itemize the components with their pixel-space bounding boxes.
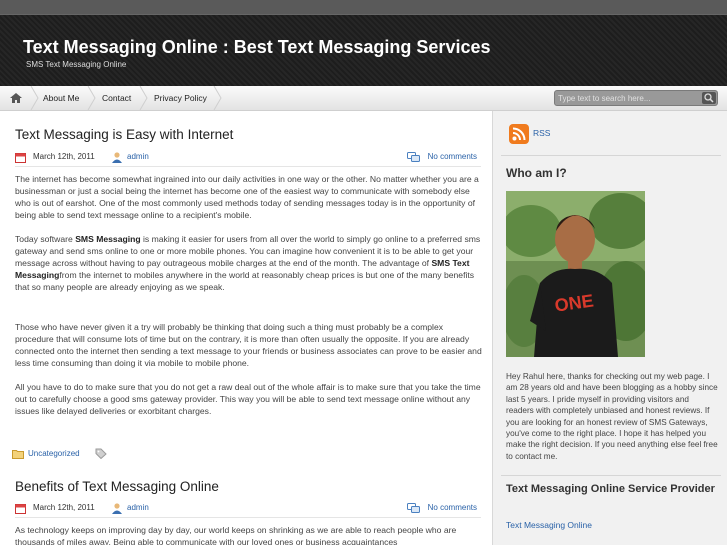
- provider-title: Text Messaging Online Service Provider: [506, 483, 715, 495]
- post-author[interactable]: admin: [127, 503, 149, 512]
- search-input[interactable]: [558, 92, 698, 104]
- user-icon: [112, 503, 122, 514]
- post-meta: March 12th, 2011 admin No comments: [15, 502, 481, 518]
- post-author[interactable]: admin: [127, 152, 149, 161]
- post-comments-link[interactable]: No comments: [428, 503, 477, 512]
- nav-item-about-me[interactable]: About Me: [43, 86, 79, 110]
- nav-separator: [213, 86, 222, 110]
- tag-icon: [95, 448, 107, 459]
- search-box: [554, 90, 718, 106]
- comments-icon: [407, 152, 420, 162]
- post-date: March 12th, 2011: [33, 152, 95, 161]
- post-paragraph: All you have to do to make sure that you…: [15, 382, 481, 416]
- home-icon: [10, 93, 22, 103]
- sidebar-divider: [501, 475, 721, 476]
- main-content: Text Messaging is Easy with Internet Mar…: [0, 111, 493, 545]
- sidebar: RSS Who am I? ONE Hey Rahul here, thanks…: [493, 111, 727, 545]
- calendar-icon: [15, 153, 26, 163]
- post-meta: March 12th, 2011 admin No comments: [15, 151, 481, 167]
- nav-separator: [87, 86, 96, 110]
- search-icon: [704, 93, 714, 103]
- search-button[interactable]: [702, 92, 716, 104]
- nav-item-contact[interactable]: Contact: [102, 86, 131, 110]
- bold-term: SMS Messaging: [75, 234, 141, 244]
- post-paragraph: The internet has become somewhat ingrain…: [15, 174, 479, 220]
- about-title: Who am I?: [506, 166, 567, 180]
- site-description: SMS Text Messaging Online: [26, 60, 127, 69]
- post-title[interactable]: Text Messaging is Easy with Internet: [15, 127, 233, 142]
- post-category-link[interactable]: Uncategorized: [28, 449, 80, 458]
- folder-icon: [12, 450, 24, 459]
- comments-icon: [407, 503, 420, 513]
- author-photo: ONE: [506, 191, 645, 357]
- site-header: Text Messaging Online : Best Text Messag…: [0, 14, 727, 86]
- post-paragraph: As technology keeps on improving day by …: [15, 525, 457, 545]
- rss-link[interactable]: RSS: [533, 128, 550, 138]
- nav-separator: [139, 86, 148, 110]
- user-icon: [112, 152, 122, 163]
- calendar-icon: [15, 504, 26, 514]
- nav-home[interactable]: [0, 86, 32, 110]
- post-title[interactable]: Benefits of Text Messaging Online: [15, 479, 219, 494]
- nav-separator: [30, 86, 39, 110]
- post-comments-link[interactable]: No comments: [428, 152, 477, 161]
- about-text: Hey Rahul here, thanks for checking out …: [506, 372, 718, 461]
- provider-link[interactable]: Text Messaging Online: [506, 520, 592, 530]
- sidebar-divider: [501, 155, 721, 156]
- site-title[interactable]: Text Messaging Online : Best Text Messag…: [23, 37, 490, 58]
- post-date: March 12th, 2011: [33, 503, 95, 512]
- post-paragraph: Those who have never given it a try will…: [15, 322, 482, 368]
- rss-icon[interactable]: [509, 124, 529, 144]
- post-paragraph: Today software SMS Messaging is making i…: [15, 234, 481, 292]
- nav-item-privacy-policy[interactable]: Privacy Policy: [154, 86, 207, 110]
